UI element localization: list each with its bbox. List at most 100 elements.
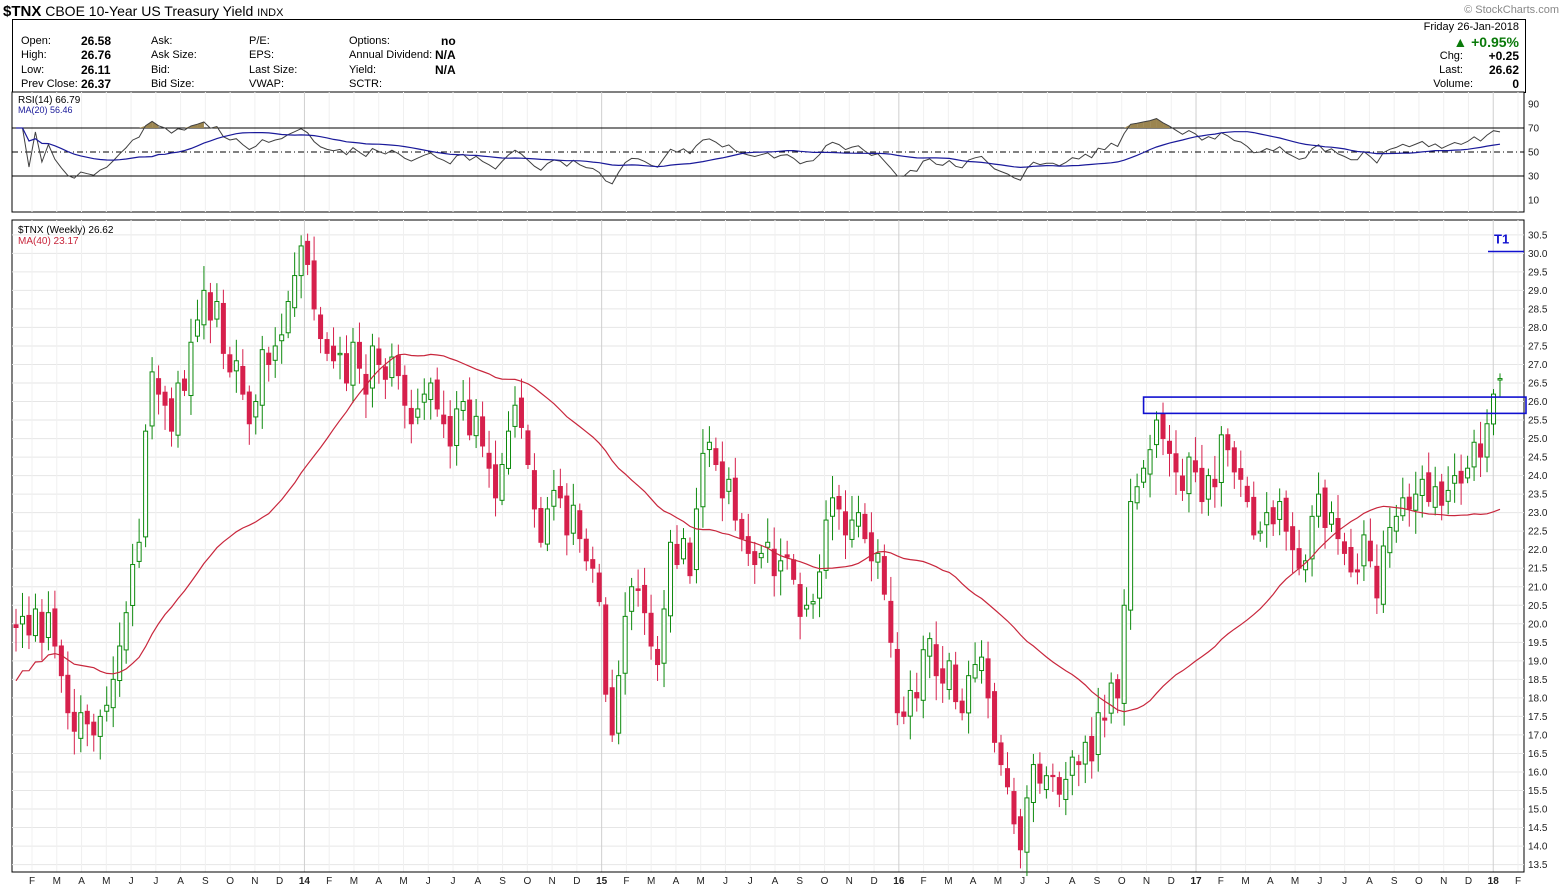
candle	[272, 345, 278, 361]
x-tick-label: 16	[893, 876, 905, 887]
candle	[577, 510, 583, 540]
candle	[71, 711, 77, 732]
candle	[1341, 541, 1347, 554]
x-tick-label: J	[1317, 876, 1322, 887]
candle	[91, 721, 97, 736]
x-tick-label: S	[796, 876, 803, 887]
chart-svg: 13.5 14.0 14.5 15.0 15.5 16.0 16.5 17.0 17.5 18.0…	[11, 91, 1548, 887]
candle	[240, 365, 246, 395]
candle	[1452, 475, 1458, 484]
candle	[1160, 413, 1166, 440]
candle	[901, 711, 907, 717]
candle	[1497, 378, 1503, 381]
candle	[946, 660, 952, 691]
x-tick-label: A	[970, 876, 977, 887]
x-tick-label: N	[1440, 876, 1447, 887]
candle	[1134, 486, 1140, 504]
candle	[32, 608, 38, 637]
candle	[454, 408, 460, 447]
candle	[1329, 512, 1335, 525]
candle	[609, 687, 615, 736]
x-tick-label: A	[1267, 876, 1274, 887]
x-tick-label: F	[921, 876, 927, 887]
candle	[65, 674, 71, 714]
candle	[979, 656, 985, 672]
y-tick-label: 20.5	[1528, 601, 1548, 612]
candle	[1024, 797, 1030, 853]
candle	[1102, 717, 1108, 721]
candle	[1458, 470, 1464, 484]
x-tick-label: A	[673, 876, 680, 887]
x-tick-label: D	[1465, 876, 1472, 887]
candle	[356, 341, 362, 369]
y-tick-label: 30.0	[1528, 249, 1548, 260]
x-tick-label: S	[202, 876, 209, 887]
candle	[1445, 489, 1451, 502]
candle	[1491, 393, 1497, 425]
y-tick-label: 17.0	[1528, 730, 1548, 741]
candle	[849, 519, 855, 540]
y-tick-label: 22.0	[1528, 545, 1548, 556]
x-tick-label: 15	[596, 876, 608, 887]
candle	[1387, 526, 1393, 554]
candle	[45, 612, 51, 639]
candle	[629, 586, 635, 612]
y-tick-label: 28.5	[1528, 304, 1548, 315]
candle	[220, 302, 226, 354]
candle	[117, 645, 123, 682]
candle	[758, 552, 764, 559]
candle	[1004, 768, 1011, 788]
candle	[123, 612, 129, 651]
candle	[765, 541, 771, 548]
y-tick-label: 27.0	[1528, 360, 1548, 371]
candle	[875, 552, 881, 563]
candle	[531, 470, 537, 510]
candle	[201, 289, 207, 326]
candle	[149, 371, 155, 427]
candle	[784, 554, 790, 558]
candle	[1056, 777, 1062, 795]
candle	[104, 704, 110, 712]
candle	[674, 543, 680, 566]
candle	[668, 541, 674, 617]
candle	[156, 378, 162, 395]
candle	[181, 378, 187, 391]
x-tick-label: J	[1045, 876, 1050, 887]
x-tick-label: M	[1241, 876, 1249, 887]
candle	[1270, 507, 1276, 525]
rsi-tick-label: 30	[1528, 172, 1540, 183]
candle	[253, 401, 259, 418]
candle	[1095, 712, 1101, 755]
y-tick-label: 19.5	[1528, 638, 1548, 649]
candle	[1257, 530, 1263, 534]
candle	[603, 604, 609, 695]
candle	[732, 477, 738, 521]
candle	[1186, 456, 1192, 495]
candle	[298, 245, 304, 277]
candle	[13, 624, 19, 628]
candle	[1082, 741, 1088, 765]
candle	[259, 349, 265, 406]
y-tick-label: 30.5	[1528, 230, 1548, 241]
x-tick-label: A	[1366, 876, 1373, 887]
x-tick-label: J	[1342, 876, 1347, 887]
rsi-tick-label: 70	[1528, 124, 1540, 135]
candle	[661, 608, 667, 664]
candle	[1426, 472, 1432, 503]
x-tick-label: A	[78, 876, 85, 887]
candle	[292, 275, 298, 309]
candle	[1432, 486, 1438, 508]
candle	[227, 354, 233, 373]
candle	[836, 495, 842, 510]
x-tick-label: N	[548, 876, 555, 887]
candle	[266, 352, 272, 365]
candle	[1439, 481, 1445, 506]
x-tick-label: M	[350, 876, 358, 887]
candle	[998, 742, 1004, 766]
candle	[544, 508, 550, 545]
x-tick-label: O	[1415, 876, 1423, 887]
candle	[343, 353, 350, 384]
x-tick-label: F	[29, 876, 35, 887]
candle	[318, 314, 324, 340]
y-tick-label: 15.0	[1528, 805, 1548, 816]
